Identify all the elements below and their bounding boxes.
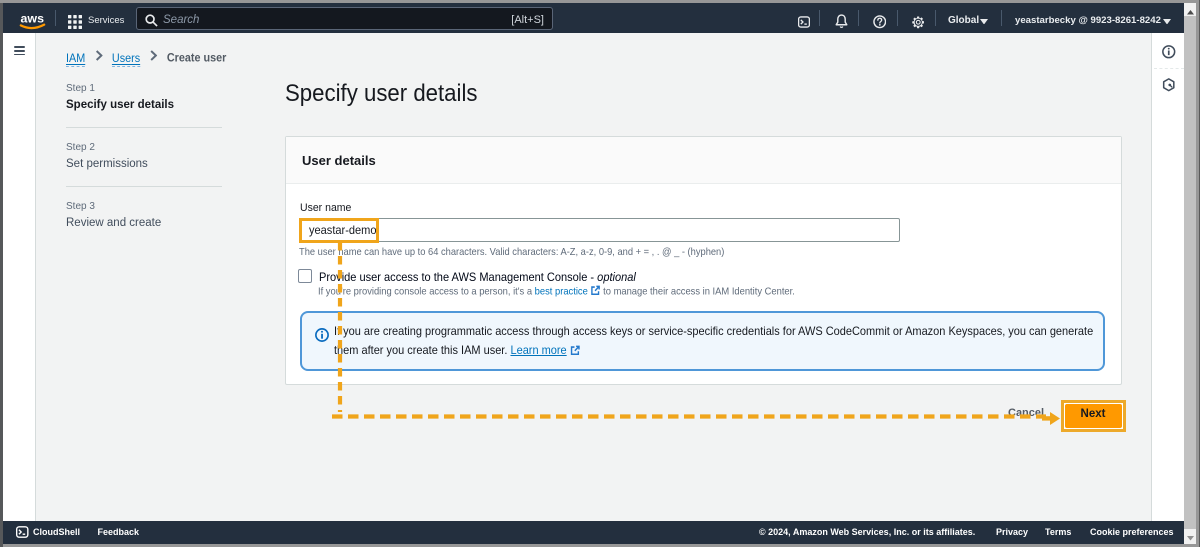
svg-text:aws: aws <box>21 12 45 25</box>
